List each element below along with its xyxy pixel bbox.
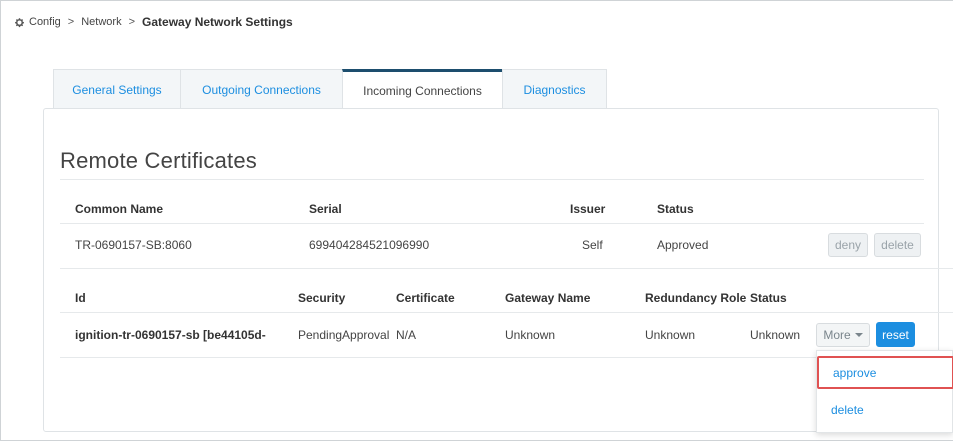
divider — [60, 312, 953, 313]
divider — [60, 179, 924, 180]
caret-down-icon — [854, 333, 863, 337]
column-header-gateway-name: Gateway Name — [505, 291, 591, 305]
cert-issuer: Self — [582, 238, 603, 252]
more-dropdown-menu: approve delete — [816, 350, 953, 433]
reset-button[interactable]: reset — [876, 322, 915, 347]
breadcrumb-network[interactable]: Network — [81, 16, 121, 28]
tab-bar: General Settings Outgoing Connections In… — [53, 69, 607, 109]
more-dropdown-button[interactable]: More — [816, 323, 870, 347]
breadcrumb-config[interactable]: Config — [29, 16, 61, 28]
connection-redundancy-role: Unknown — [645, 328, 696, 342]
connection-certificate: N/A — [396, 328, 417, 342]
breadcrumb-current: Gateway Network Settings — [142, 15, 293, 29]
connection-gateway-name: Unknown — [505, 328, 556, 342]
divider — [60, 223, 924, 224]
connection-security: PendingApproval — [298, 328, 390, 342]
tab-outgoing-connections[interactable]: Outgoing Connections — [180, 69, 343, 109]
menu-item-delete[interactable]: delete — [817, 393, 953, 426]
tab-diagnostics[interactable]: Diagnostics — [502, 69, 607, 109]
column-header-status: Status — [657, 202, 694, 216]
column-header-common-name: Common Name — [75, 202, 164, 216]
menu-item-approve[interactable]: approve — [817, 356, 953, 389]
breadcrumb: Config > Network > Gateway Network Setti… — [14, 14, 293, 30]
divider — [60, 357, 816, 358]
column-header-issuer: Issuer — [570, 202, 606, 216]
deny-button[interactable]: deny — [828, 233, 868, 257]
delete-button[interactable]: delete — [874, 233, 921, 257]
column-header-id: Id — [75, 291, 86, 305]
tab-incoming-connections[interactable]: Incoming Connections — [342, 69, 503, 109]
gear-icon — [14, 17, 25, 28]
column-header-serial: Serial — [309, 202, 342, 216]
column-header-redundancy-role: Redundancy Role — [645, 291, 747, 305]
connection-status: Unknown — [750, 328, 801, 342]
column-header-certificate: Certificate — [396, 291, 455, 305]
section-title: Remote Certificates — [60, 148, 257, 173]
cert-status: Approved — [657, 238, 709, 252]
column-header-security: Security — [298, 291, 346, 305]
connection-id: ignition-tr-0690157-sb [be44105d- — [75, 328, 266, 342]
chevron-right-icon: > — [67, 16, 75, 28]
cert-common-name: TR-0690157-SB:8060 — [75, 238, 192, 252]
more-label: More — [823, 328, 851, 342]
tab-general-settings[interactable]: General Settings — [53, 69, 181, 109]
column-header-status: Status — [750, 291, 787, 305]
divider — [60, 268, 953, 269]
chevron-right-icon: > — [128, 16, 136, 28]
cert-serial: 699404284521096990 — [309, 238, 430, 252]
